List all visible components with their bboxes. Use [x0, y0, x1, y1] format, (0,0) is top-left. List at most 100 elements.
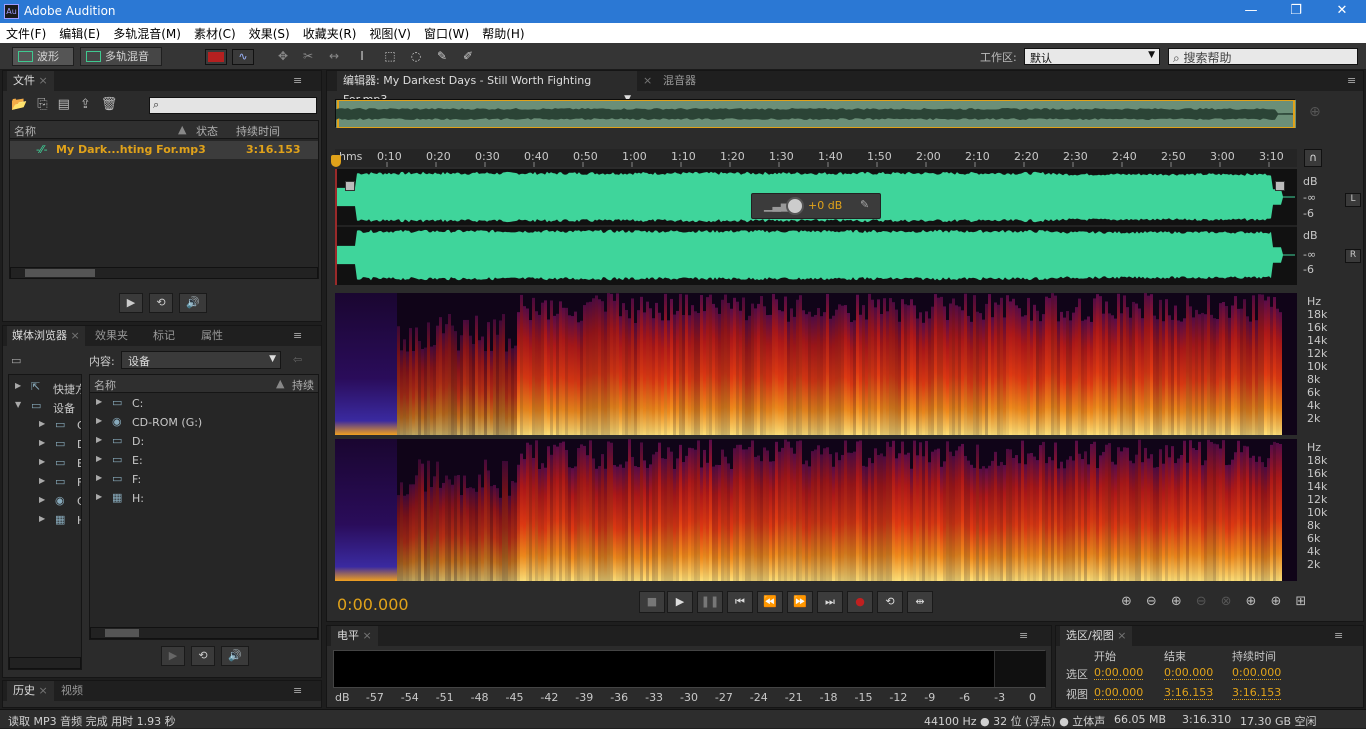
zoom-in-amplitude-icon[interactable]: ⊕	[1121, 594, 1146, 609]
file-row[interactable]: -⁄⁄- My Dark...hting For.mp3 3:16.153	[10, 141, 318, 159]
auto-play-button[interactable]: 🔊	[179, 293, 207, 313]
trash-icon[interactable]: 🗑	[101, 97, 128, 112]
tree-item[interactable]: ▶ ▭ F:	[9, 474, 81, 492]
right-channel-button[interactable]: R	[1345, 249, 1361, 263]
close-button[interactable]: ✕	[1319, 0, 1365, 23]
minimize-button[interactable]: —	[1228, 0, 1274, 23]
menu-clip[interactable]: 素材(C)	[188, 23, 243, 42]
expand-arrow-icon[interactable]: ▶	[96, 473, 102, 482]
view-start[interactable]: 0:00.000	[1094, 686, 1144, 700]
drive-icon[interactable]: ▭	[11, 354, 21, 367]
time-selection-tool-icon[interactable]: I	[354, 49, 370, 64]
tab-files[interactable]: 文件 ×	[7, 71, 54, 91]
left-channel-button[interactable]: L	[1345, 193, 1361, 207]
col-name[interactable]: 名称	[14, 123, 36, 139]
rewind-button[interactable]: ⏪	[757, 591, 783, 613]
tab-properties[interactable]: 属性	[201, 326, 223, 346]
fast-forward-button[interactable]: ⏩	[787, 591, 813, 613]
expand-arrow-icon[interactable]: ▶	[96, 416, 102, 425]
expand-arrow-icon[interactable]: ▶	[39, 476, 45, 485]
menu-file[interactable]: 文件(F)	[0, 23, 53, 42]
selection-duration[interactable]: 0:00.000	[1232, 666, 1282, 680]
go-to-start-button[interactable]: ⏮	[727, 591, 753, 613]
selection-start[interactable]: 0:00.000	[1094, 666, 1144, 680]
tree-item[interactable]: ▶ ▭ C:	[9, 417, 81, 435]
lasso-tool-icon[interactable]: ◌	[408, 49, 424, 64]
auto-play-button[interactable]: 🔊	[221, 646, 249, 666]
zoom-icon[interactable]: ⊕	[1309, 104, 1321, 120]
tab-media-browser[interactable]: 媒体浏览器 ×	[7, 326, 85, 346]
overview-navigator[interactable]	[335, 99, 1296, 129]
col-status[interactable]: 状态	[196, 123, 218, 139]
panel-menu-icon[interactable]: ≡	[293, 74, 302, 87]
tab-history[interactable]: 历史 ×	[7, 681, 54, 701]
fade-in-handle[interactable]	[345, 181, 355, 191]
sort-icon[interactable]: ▲	[276, 377, 284, 390]
files-search-input[interactable]: ⌕	[149, 97, 317, 114]
expand-arrow-icon[interactable]: ▶	[96, 492, 102, 501]
razor-tool-icon[interactable]: ✂	[300, 49, 316, 64]
volume-knob[interactable]	[786, 197, 804, 215]
expand-arrow-icon[interactable]: ▶	[39, 419, 45, 428]
expand-arrow-icon[interactable]: ▶	[96, 397, 102, 406]
menu-multitrack[interactable]: 多轨混音(M)	[107, 23, 188, 42]
go-to-end-button[interactable]: ⏭	[817, 591, 843, 613]
panel-menu-icon[interactable]: ≡	[1347, 74, 1356, 87]
brush-tool-icon[interactable]: ✎	[434, 49, 450, 64]
tab-video[interactable]: 视频	[61, 681, 83, 701]
list-item[interactable]: ▶ ◉ CD-ROM (G:)	[90, 414, 318, 432]
loop-button[interactable]: ⟲	[877, 591, 903, 613]
workspace-select[interactable]: 默认 ▼	[1024, 48, 1160, 65]
close-tab-icon[interactable]: ×	[643, 74, 652, 87]
list-item[interactable]: ▶ ▭ C:	[90, 395, 318, 413]
tree-item[interactable]: ▶ ◉ C:	[9, 493, 81, 511]
tab-editor[interactable]: 编辑器: My Darkest Days - Still Worth Fight…	[337, 71, 637, 106]
move-tool-icon[interactable]: ✥	[275, 49, 291, 64]
pause-button[interactable]: ❚❚	[697, 591, 723, 613]
expand-arrow-icon[interactable]: ▶	[39, 514, 45, 523]
zoom-in-left-icon[interactable]: ⊕	[1246, 594, 1271, 609]
stop-button[interactable]: ■	[639, 591, 665, 613]
open-folder-icon[interactable]: 📂	[11, 97, 37, 112]
time-ruler[interactable]: hms 0:10 0:20 0:30 0:40 0:50 1:00 1:10 1:20 1:30 1…	[335, 149, 1297, 167]
volume-value[interactable]: +0 dB	[808, 199, 842, 212]
hud-volume[interactable]: ▁▃▅ +0 dB ✎	[751, 193, 881, 219]
tab-level[interactable]: 电平 ×	[331, 626, 378, 646]
tree-item[interactable]: ▶ ⇱ 快捷方	[9, 379, 81, 397]
skip-selection-button[interactable]: ⇹	[907, 591, 933, 613]
insert-icon[interactable]: ⇪	[80, 97, 101, 112]
menu-favorites[interactable]: 收藏夹(R)	[297, 23, 364, 42]
view-duration[interactable]: 3:16.153	[1232, 686, 1282, 700]
col-name[interactable]: 名称	[94, 377, 116, 393]
expand-arrow-icon[interactable]: ▼	[15, 400, 21, 409]
new-file-icon[interactable]: ▤	[58, 97, 80, 112]
spectral-display[interactable]	[335, 293, 1297, 585]
pin-icon[interactable]: ✎	[860, 198, 869, 211]
content-select[interactable]: 设备 ▼	[121, 351, 281, 369]
selection-end[interactable]: 0:00.000	[1164, 666, 1214, 680]
record-button[interactable]: ●	[847, 591, 873, 613]
pitch-display-button[interactable]: ∿	[232, 49, 254, 65]
play-preview-button[interactable]: ▶	[161, 646, 185, 666]
sort-icon[interactable]: ▲	[178, 123, 186, 136]
divider-handle[interactable]	[335, 285, 1297, 291]
fade-out-handle[interactable]	[1275, 181, 1285, 191]
menu-window[interactable]: 窗口(W)	[418, 23, 476, 42]
zoom-in-time-icon[interactable]: ⊕	[1171, 594, 1196, 609]
menu-edit[interactable]: 编辑(E)	[53, 23, 107, 42]
view-end[interactable]: 3:16.153	[1164, 686, 1214, 700]
list-item[interactable]: ▶ ▭ E:	[90, 452, 318, 470]
list-item[interactable]: ▶ ▦ H:	[90, 490, 318, 508]
zoom-full-icon[interactable]: ⊗	[1221, 594, 1246, 609]
snap-magnet-icon[interactable]: ∩	[1304, 149, 1322, 167]
panel-menu-icon[interactable]: ≡	[1334, 629, 1343, 642]
zoom-out-time-icon[interactable]: ⊖	[1196, 594, 1221, 609]
playhead-marker-icon[interactable]	[331, 155, 341, 167]
list-item[interactable]: ▶ ▭ D:	[90, 433, 318, 451]
col-duration[interactable]: 持续	[292, 377, 314, 393]
list-item[interactable]: ▶ ▭ F:	[90, 471, 318, 489]
panel-menu-icon[interactable]: ≡	[293, 329, 302, 342]
tree-item[interactable]: ▼ ▭ 设备	[9, 398, 81, 416]
zoom-in-right-icon[interactable]: ⊕	[1270, 594, 1295, 609]
zoom-selection-icon[interactable]: ⊞	[1295, 594, 1320, 609]
